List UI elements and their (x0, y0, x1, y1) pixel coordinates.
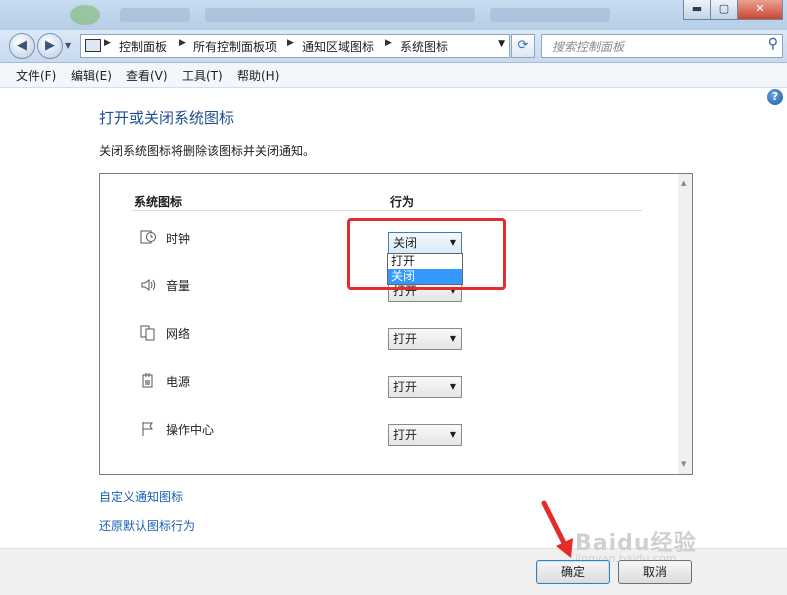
search-input[interactable]: 搜索控制面板 ⚲ (541, 34, 783, 58)
back-button[interactable]: ◀ (9, 33, 35, 59)
column-header-behavior: 行为 (390, 195, 415, 209)
speaker-icon (140, 277, 156, 293)
header-divider (132, 210, 642, 211)
blurred-title (490, 8, 610, 22)
menu-file[interactable]: 文件(F) (16, 67, 56, 84)
minimize-button[interactable]: ▬ (683, 0, 711, 20)
history-dropdown-icon[interactable]: ▼ (65, 41, 71, 50)
ok-button[interactable]: 确定 (536, 560, 610, 584)
power-behavior-select[interactable]: 打开 ▼ (388, 376, 462, 398)
customize-icons-link[interactable]: 自定义通知图标 (99, 488, 183, 505)
flag-icon (140, 421, 156, 437)
blurred-title (205, 8, 475, 22)
search-icon[interactable]: ⚲ (768, 36, 778, 52)
forward-button[interactable]: ▶ (37, 33, 63, 59)
breadcrumb-separator-icon[interactable]: ▶ (104, 38, 111, 48)
breadcrumb-separator-icon[interactable]: ▶ (179, 38, 186, 48)
chevron-down-icon: ▼ (449, 334, 456, 343)
close-button[interactable]: ✕ (737, 0, 783, 20)
breadcrumb-separator-icon[interactable]: ▶ (287, 38, 294, 48)
action-center-behavior-select[interactable]: 打开 ▼ (388, 424, 462, 446)
help-icon[interactable]: ? (767, 89, 783, 105)
breadcrumb-control-panel[interactable]: 控制面板 (119, 38, 167, 55)
clock-icon (140, 229, 156, 245)
scroll-up-icon[interactable]: ▲ (681, 179, 686, 187)
menu-help[interactable]: 帮助(H) (237, 67, 279, 84)
cancel-button[interactable]: 取消 (618, 560, 692, 584)
select-value: 打开 (393, 428, 418, 442)
title-bar: ▬ ▢ ✕ (0, 0, 787, 30)
chevron-down-icon: ▼ (449, 382, 456, 391)
maximize-button[interactable]: ▢ (710, 0, 738, 20)
address-field[interactable]: ▶ 控制面板 ▶ 所有控制面板项 ▶ 通知区域图标 ▶ 系统图标 ▼ (80, 34, 510, 58)
restore-defaults-link[interactable]: 还原默认图标行为 (99, 517, 195, 534)
row-label-volume: 音量 (166, 279, 191, 293)
menu-bar: 文件(F) 编辑(E) 查看(V) 工具(T) 帮助(H) (0, 63, 787, 88)
address-dropdown-icon[interactable]: ▼ (498, 39, 505, 49)
row-label-clock: 时钟 (166, 232, 191, 246)
page-title: 打开或关闭系统图标 (99, 109, 235, 127)
search-placeholder: 搜索控制面板 (552, 40, 625, 54)
menu-tools[interactable]: 工具(T) (182, 67, 223, 84)
vertical-scrollbar[interactable]: ▲ ▼ (678, 174, 692, 474)
breadcrumb-all-items[interactable]: 所有控制面板项 (193, 38, 277, 55)
address-toolbar: ◀ ▶ ▼ ▶ 控制面板 ▶ 所有控制面板项 ▶ 通知区域图标 ▶ 系统图标 ▼… (0, 30, 787, 63)
breadcrumb-system-icons[interactable]: 系统图标 (400, 38, 448, 55)
chevron-down-icon: ▼ (449, 430, 456, 439)
menu-view[interactable]: 查看(V) (126, 67, 168, 84)
column-header-icon: 系统图标 (134, 195, 183, 209)
menu-edit[interactable]: 编辑(E) (71, 67, 112, 84)
breadcrumb-notification-icons[interactable]: 通知区域图标 (302, 38, 374, 55)
page-description: 关闭系统图标将删除该图标并关闭通知。 (99, 144, 316, 158)
blurred-title (120, 8, 190, 22)
app-icon (70, 5, 100, 25)
select-value: 打开 (393, 332, 418, 346)
row-label-network: 网络 (166, 327, 191, 341)
network-behavior-select[interactable]: 打开 ▼ (388, 328, 462, 350)
scroll-down-icon[interactable]: ▼ (681, 460, 686, 468)
breadcrumb-separator-icon[interactable]: ▶ (385, 38, 392, 48)
network-icon (140, 325, 156, 341)
highlight-box (347, 218, 506, 290)
computer-icon (85, 39, 101, 52)
refresh-button[interactable]: ⟳ (511, 34, 535, 58)
row-label-power: 电源 (166, 375, 191, 389)
select-value: 打开 (393, 380, 418, 394)
row-label-action-center: 操作中心 (166, 423, 215, 437)
power-icon (140, 373, 156, 389)
